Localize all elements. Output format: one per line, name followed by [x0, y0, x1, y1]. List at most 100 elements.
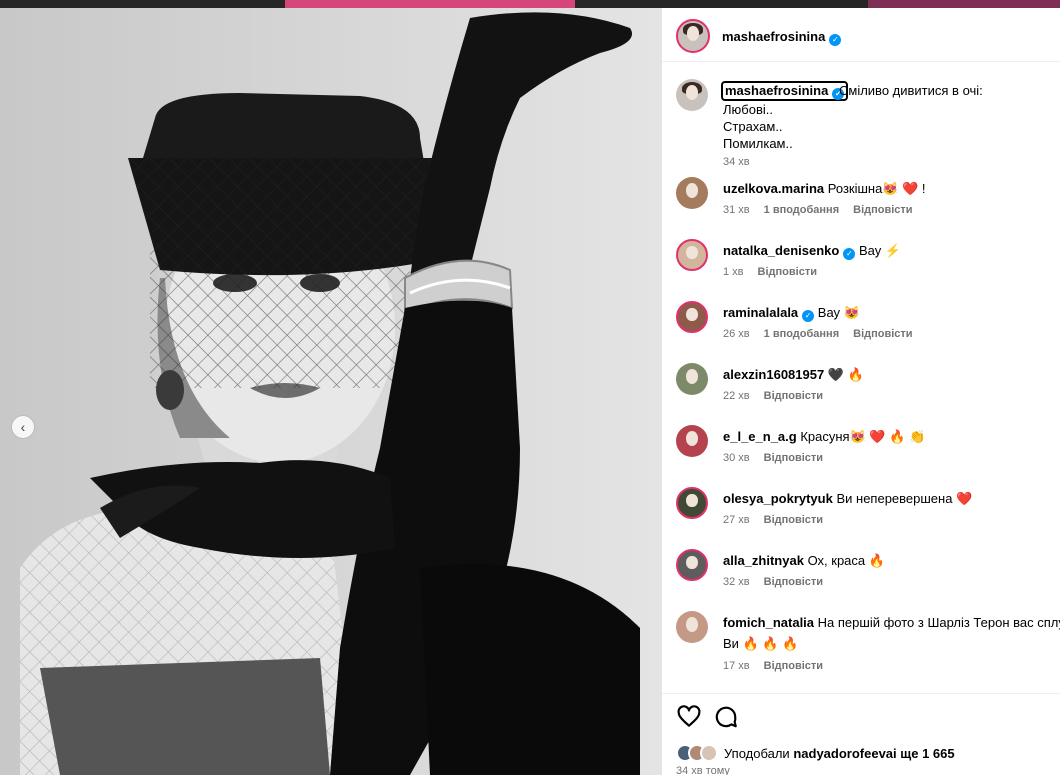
reply-button[interactable]: Відповісти — [764, 514, 823, 526]
comment-time: 27 хв — [723, 514, 750, 526]
comment-line: natalka_denisenko ✓ Вау ⚡ — [723, 243, 901, 260]
comment-text: Красуня😻 ❤️ 🔥 👏 — [800, 429, 926, 444]
comment-likes[interactable]: 1 вподобання — [764, 204, 839, 216]
comment-row: raminalalala ✓ Вау 😻 26 хв 1 вподобання Відп… — [676, 301, 1060, 363]
comment-row: alexzin16081957 🖤 🔥 22 хв Відповісти — [676, 363, 1060, 425]
reply-button[interactable]: Відповісти — [764, 576, 823, 588]
comment-row: natalka_denisenko ✓ Вау ⚡ 1 хв Відповісти — [676, 239, 1060, 301]
post-photo[interactable]: ‹ — [0, 8, 662, 775]
comment-meta: 31 хв 1 вподобання Відповісти — [723, 204, 927, 216]
reply-button[interactable]: Відповісти — [853, 204, 912, 216]
avatar-face — [685, 182, 699, 199]
comment-username[interactable]: e_l_e_n_a.g — [723, 429, 797, 444]
comment-meta: 26 хв 1 вподобання Відповісти — [723, 328, 927, 340]
post-header: mashaefrosinina ✓ — [662, 8, 1060, 62]
comment-time: 30 хв — [723, 452, 750, 464]
comment-avatar[interactable] — [676, 301, 708, 333]
comment-avatar[interactable] — [676, 425, 708, 457]
comment-username[interactable]: alla_zhitnyak — [723, 553, 804, 568]
comment-avatar[interactable] — [676, 177, 708, 209]
verified-badge-icon: ✓ — [829, 34, 842, 46]
comment-text: Вау ⚡ — [858, 243, 902, 258]
background-banner — [285, 0, 575, 8]
likes-user[interactable]: nadyadorofeeva — [793, 746, 893, 761]
comment-avatar[interactable] — [676, 611, 708, 643]
comment-text: На першій фото з Шарліз Терон вас сплу — [817, 615, 1060, 630]
reply-button[interactable]: Відповісти — [853, 328, 912, 340]
avatar-face — [686, 308, 698, 322]
comment-row: alla_zhitnyak Ох, краса 🔥 32 хв Відповісти — [676, 549, 1060, 611]
comment-meta: 22 хв Відповісти — [723, 390, 837, 402]
comment-avatar[interactable] — [676, 549, 708, 581]
author-username-row: mashaefrosinina ✓ — [722, 28, 842, 46]
author-username[interactable]: mashaefrosinina — [722, 29, 825, 44]
comment-line: raminalalala ✓ Вау 😻 — [723, 305, 860, 322]
comment-avatar[interactable] — [676, 487, 708, 519]
comment-meta: 32 хв Відповісти — [723, 576, 837, 588]
post-sidebar: mashaefrosinina ✓ mashaefrosinina ✓ Смілив… — [662, 8, 1060, 775]
caption-first-line: Сміливо дивитися в очі: — [839, 83, 983, 98]
background-strip — [0, 0, 1060, 8]
comment-text: 🖤 🔥 — [827, 367, 864, 382]
background-banner-right — [868, 0, 1060, 8]
comment-meta: 27 хв Відповісти — [723, 514, 837, 526]
comment-line: e_l_e_n_a.g Красуня😻 ❤️ 🔥 👏 — [723, 429, 925, 445]
comment-line: olesya_pokrytyuk Ви неперевершена ❤️ — [723, 491, 972, 507]
chevron-left-icon[interactable]: ‹ — [11, 415, 35, 439]
comment-row: e_l_e_n_a.g Красуня😻 ❤️ 🔥 👏 30 хв Відповіс… — [676, 425, 1060, 487]
comments-list[interactable]: mashaefrosinina ✓ Сміливо дивитися в очі:… — [662, 63, 1060, 693]
comment-time: 31 хв — [723, 204, 750, 216]
caption-username-box[interactable]: mashaefrosinina ✓ — [721, 81, 849, 101]
comment-username[interactable]: raminalalala — [723, 305, 798, 320]
comment-text: Ви неперевершена ❤️ — [836, 491, 973, 506]
comment-text: Ох, краса 🔥 — [807, 553, 885, 568]
likes-summary[interactable]: Уподобали nadyadorofeeva і ще 1 665 — [676, 744, 955, 762]
comment-time: 26 хв — [723, 328, 750, 340]
verified-badge-icon: ✓ — [802, 310, 815, 322]
comment-time: 17 хв — [723, 660, 750, 672]
comment-username[interactable]: olesya_pokrytyuk — [723, 491, 833, 506]
comment-username[interactable]: fomich_natalia — [723, 615, 814, 630]
reply-button[interactable]: Відповісти — [764, 660, 823, 672]
likes-count[interactable]: і ще 1 665 — [893, 746, 955, 761]
comment-time: 22 хв — [723, 390, 750, 402]
caption-line: Любові.. — [723, 102, 773, 117]
comment-row: fomich_natalia На першій фото з Шарліз Т… — [676, 611, 1060, 673]
avatar — [700, 744, 718, 762]
comment-username[interactable]: uzelkova.marina — [723, 181, 824, 196]
reply-button[interactable]: Відповісти — [764, 390, 823, 402]
reply-button[interactable]: Відповісти — [764, 452, 823, 464]
comment-line: alla_zhitnyak Ох, краса 🔥 — [723, 553, 885, 569]
comment-avatar[interactable] — [676, 239, 708, 271]
avatar-face — [685, 430, 699, 447]
comment-username[interactable]: alexzin16081957 — [723, 367, 824, 382]
comment-likes[interactable]: 1 вподобання — [764, 328, 839, 340]
comment-time: 32 хв — [723, 576, 750, 588]
avatar-face — [686, 556, 698, 570]
reply-button[interactable]: Відповісти — [758, 266, 817, 278]
comment-line: fomich_natalia На першій фото з Шарліз Т… — [723, 615, 1060, 630]
author-avatar[interactable] — [676, 19, 710, 53]
comment-row: uzelkova.marina Розкішна😻 ❤️ ! 31 хв 1 впо… — [676, 177, 1060, 239]
comment-line: uzelkova.marina Розкішна😻 ❤️ ! — [723, 181, 926, 197]
post-actions: Уподобали nadyadorofeeva і ще 1 665 34 х… — [662, 693, 1060, 775]
comment-line: alexzin16081957 🖤 🔥 — [723, 367, 864, 383]
comment-avatar[interactable] — [676, 363, 708, 395]
comment-text: Вау 😻 — [817, 305, 860, 320]
avatar-face — [685, 368, 699, 385]
caption-time: 34 хв — [723, 156, 750, 168]
caption-avatar[interactable] — [676, 79, 708, 111]
comment-row: olesya_pokrytyuk Ви неперевершена ❤️ 27 х… — [676, 487, 1060, 549]
caption-line: Помилкам.. — [723, 136, 793, 151]
comment-meta: 30 хв Відповісти — [723, 452, 837, 464]
avatar-face — [686, 246, 698, 260]
avatar-face — [685, 616, 699, 633]
heart-icon[interactable] — [676, 704, 702, 730]
caption-username[interactable]: mashaefrosinina — [725, 83, 828, 98]
avatar-face — [686, 494, 698, 508]
liker-avatars — [676, 744, 718, 762]
portrait-image — [0, 8, 662, 775]
comment-icon[interactable] — [713, 704, 739, 730]
comment-text: Розкішна😻 ❤️ ! — [827, 181, 926, 196]
comment-username[interactable]: natalka_denisenko — [723, 243, 839, 258]
